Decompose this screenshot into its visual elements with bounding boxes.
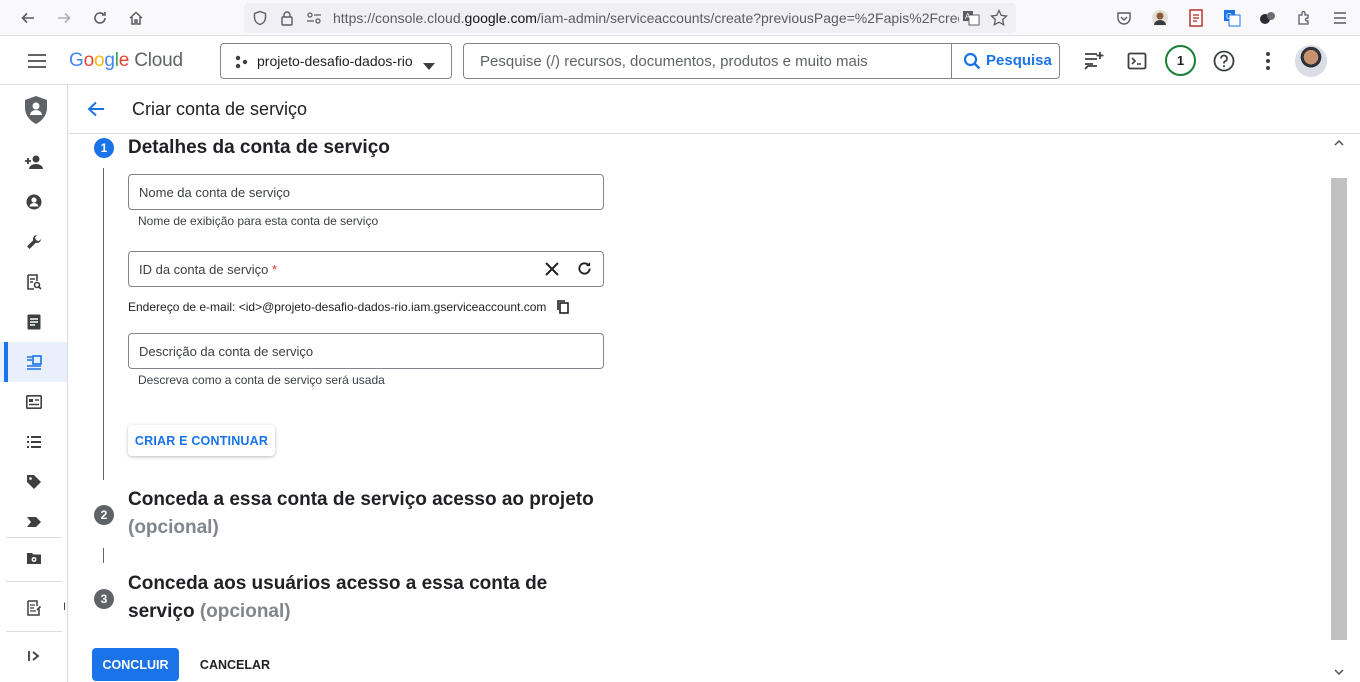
search-bar[interactable]: Pesquise (/) recursos, documentos, produ… — [463, 43, 1060, 79]
forward-arrow-icon[interactable] — [52, 6, 76, 30]
svg-text:G: G — [1226, 12, 1232, 21]
help-icon[interactable] — [1210, 47, 1238, 75]
clear-icon[interactable] — [545, 262, 559, 281]
done-button[interactable]: CONCLUIR — [92, 648, 179, 681]
back-arrow-icon[interactable] — [16, 6, 40, 30]
step-2-badge: 2 — [94, 505, 114, 525]
sidebar-item-iam[interactable] — [0, 142, 67, 182]
iam-shield-icon — [24, 95, 48, 130]
sidebar-divider — [6, 631, 62, 632]
cancel-button[interactable]: CANCELAR — [192, 648, 278, 681]
sidebar-item-workload-identity[interactable] — [0, 382, 67, 422]
service-account-name-input[interactable]: Nome da conta de serviço — [139, 185, 290, 200]
home-icon[interactable] — [124, 6, 148, 30]
wrench-icon — [26, 235, 41, 249]
scroll-down-icon[interactable] — [1332, 666, 1346, 678]
iam-sidebar: I — [0, 85, 68, 682]
page-header: Criar conta de serviço — [69, 85, 1360, 134]
sidebar-item-tags[interactable] — [0, 462, 67, 502]
project-name: projeto-desafio-dados-rio — [257, 53, 413, 69]
lock-icon[interactable] — [280, 10, 294, 31]
browser-menu-icon[interactable] — [1328, 6, 1352, 30]
expand-sidebar-icon — [27, 651, 39, 661]
svg-text:A: A — [965, 12, 971, 21]
tag-icon — [26, 475, 41, 489]
page-title: Criar conta de serviço — [132, 99, 308, 119]
service-account-name-field[interactable]: Nome da conta de serviço — [128, 174, 604, 210]
feedback-icon[interactable] — [1079, 47, 1107, 75]
step-2-title[interactable]: Conceda a essa conta de serviço acesso a… — [128, 486, 608, 542]
service-account-name-hint: Nome de exibição para esta conta de serv… — [138, 214, 379, 228]
search-icon — [963, 52, 981, 74]
person-add-icon — [24, 155, 43, 169]
copy-icon[interactable] — [557, 300, 569, 319]
policy-search-icon — [26, 274, 42, 290]
extensions-group-icon[interactable] — [1256, 6, 1280, 30]
sidebar-item-manage-resources[interactable] — [0, 538, 67, 578]
step-1-connector — [103, 168, 104, 480]
list-icon — [26, 436, 41, 448]
account-avatar[interactable] — [1295, 45, 1327, 77]
sidebar-item-policy-analyzer[interactable] — [0, 262, 67, 302]
pocket-icon[interactable] — [1112, 6, 1136, 30]
service-account-icon — [26, 355, 42, 370]
translate-extension-icon[interactable]: G — [1220, 6, 1244, 30]
refresh-icon[interactable] — [577, 261, 592, 281]
project-selector[interactable]: projeto-desafio-dados-rio — [220, 43, 452, 79]
step-1-badge: 1 — [94, 138, 114, 158]
reload-icon[interactable] — [88, 6, 112, 30]
pdf-extension-icon[interactable] — [1184, 6, 1208, 30]
service-account-description-hint: Descreva como a conta de serviço será us… — [138, 373, 385, 387]
address-bar[interactable]: https://console.cloud.google.com/iam-adm… — [244, 3, 1016, 33]
project-dots-icon — [233, 54, 249, 75]
more-vert-icon[interactable] — [1254, 47, 1282, 75]
sidebar-divider — [6, 581, 62, 582]
label-icon — [26, 517, 41, 527]
sidebar-item-labels[interactable] — [0, 422, 67, 462]
puzzle-extensions-icon[interactable] — [1292, 6, 1316, 30]
scroll-up-icon[interactable] — [1332, 136, 1346, 148]
scrollbar-thumb[interactable] — [1331, 178, 1347, 640]
notification-badge[interactable]: 1 — [1165, 45, 1196, 76]
sidebar-item-identity[interactable] — [0, 182, 67, 222]
bookmark-star-icon[interactable] — [990, 8, 1008, 32]
cloud-shell-icon[interactable] — [1123, 47, 1151, 75]
sidebar-label-fragment: I — [63, 601, 67, 613]
step-3-badge: 3 — [94, 589, 114, 609]
id-card-icon — [25, 395, 42, 409]
sidebar-item-org-policies[interactable] — [0, 302, 67, 342]
search-button[interactable]: Pesquisa — [951, 44, 1059, 78]
dropdown-arrow-icon — [423, 58, 435, 76]
search-input[interactable]: Pesquise (/) recursos, documentos, produ… — [480, 53, 868, 70]
back-arrow-icon[interactable] — [87, 101, 105, 122]
service-account-id-field[interactable]: ID da conta de serviço * — [128, 251, 604, 287]
email-address-text: Endereço de e-mail: <id>@projeto-desafio… — [128, 300, 547, 314]
translate-icon[interactable]: A — [962, 9, 980, 32]
step-2-connector — [103, 548, 104, 563]
shield-icon[interactable] — [252, 10, 268, 31]
sidebar-item-settings[interactable] — [0, 502, 67, 542]
permissions-icon[interactable] — [306, 11, 322, 30]
create-and-continue-button[interactable]: CRIAR E CONTINUAR — [128, 425, 275, 456]
service-account-description-field[interactable]: Descrição da conta de serviço — [128, 333, 604, 369]
folder-settings-icon — [26, 553, 41, 564]
browser-toolbar: https://console.cloud.google.com/iam-adm… — [0, 0, 1360, 36]
sidebar-expand-button[interactable] — [0, 636, 67, 676]
release-notes-icon — [26, 600, 41, 616]
main-menu-icon[interactable] — [26, 51, 48, 76]
account-circle-icon — [26, 194, 41, 210]
service-account-id-input[interactable]: ID da conta de serviço * — [139, 262, 277, 277]
console-header: Google Cloud projeto-desafio-dados-rio P… — [0, 37, 1360, 85]
profile-extension-icon[interactable] — [1148, 6, 1172, 30]
sidebar-item-troubleshooter[interactable] — [0, 222, 67, 262]
url-text[interactable]: https://console.cloud.google.com/iam-adm… — [333, 10, 959, 26]
step-3-title[interactable]: Conceda aos usuários acesso a essa conta… — [128, 570, 608, 626]
service-account-description-input[interactable]: Descrição da conta de serviço — [139, 344, 313, 359]
google-cloud-logo[interactable]: Google Cloud — [69, 50, 183, 72]
sidebar-item-service-accounts[interactable] — [0, 342, 67, 382]
document-icon — [27, 314, 40, 330]
step-1-title[interactable]: Detalhes da conta de serviço — [128, 134, 390, 162]
sidebar-item-release-notes[interactable]: I — [0, 588, 67, 628]
